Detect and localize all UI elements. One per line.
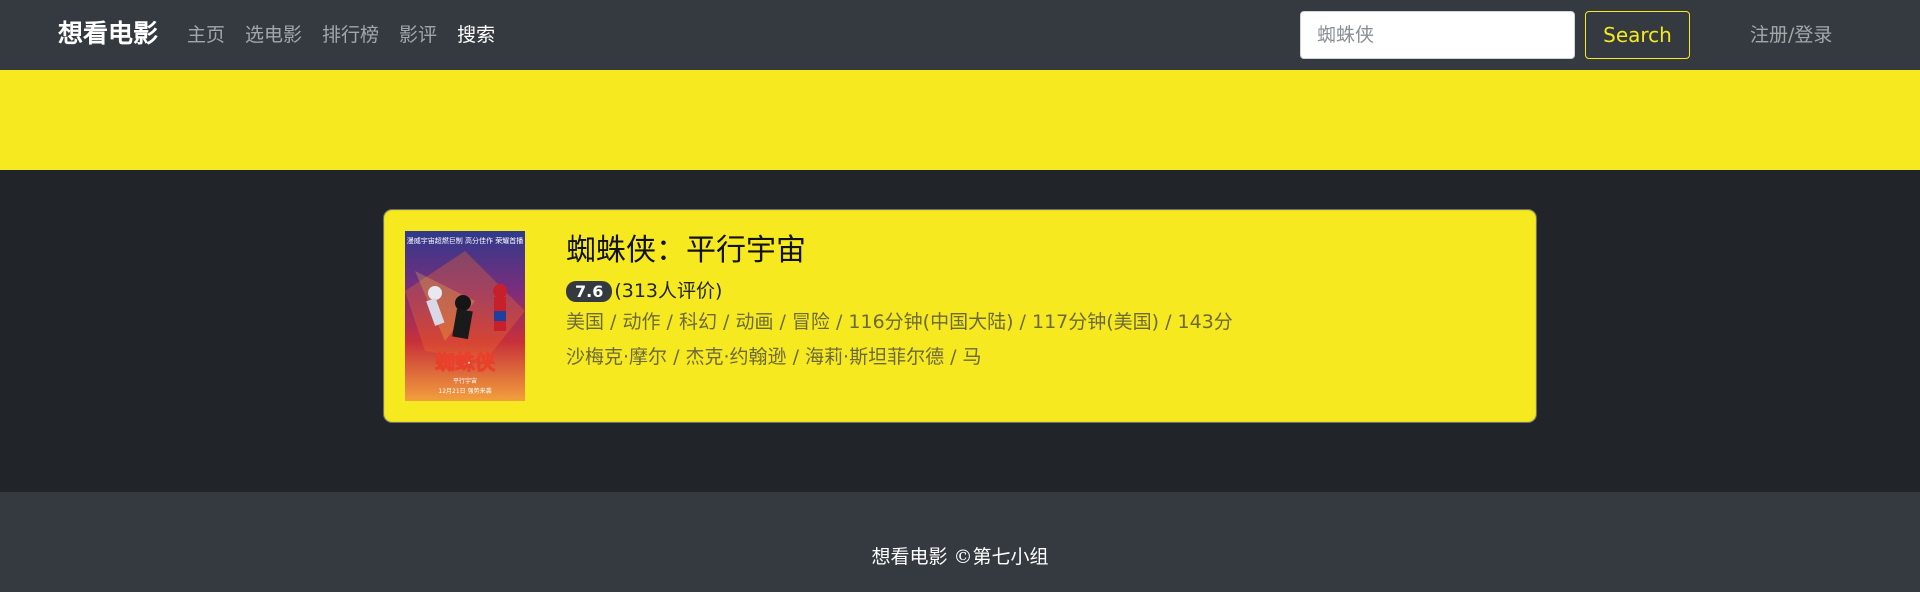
search-input[interactable]	[1300, 11, 1575, 59]
movie-cast: 沙梅克·摩尔 / 杰克·约翰逊 / 海莉·斯坦菲尔德 / 马	[566, 346, 982, 368]
yellow-banner	[0, 70, 1920, 170]
footer: 想看电影 ©第七小组	[0, 492, 1920, 592]
movie-title[interactable]: 蜘蛛侠：平行宇宙	[566, 231, 806, 271]
nav-link-search[interactable]: 搜索	[457, 20, 495, 50]
search-button[interactable]: Search	[1585, 11, 1690, 59]
poster-title: 蜘蛛侠	[435, 350, 496, 374]
nav-link-rankings[interactable]: 排行榜	[322, 20, 379, 50]
nav-link-choose-movie[interactable]: 选电影	[245, 20, 302, 50]
poster-tagline: 漫威宇宙超燃巨制 高分佳作 荣耀首播	[407, 236, 523, 245]
movie-meta: 美国 / 动作 / 科幻 / 动画 / 冒险 / 116分钟(中国大陆) / 1…	[566, 311, 1233, 333]
poster-subtitle: 平行宇宙	[453, 377, 477, 385]
login-register-link[interactable]: 注册/登录	[1750, 20, 1832, 50]
poster-date: 12月21日 强势来袭	[438, 387, 491, 395]
nav-link-home[interactable]: 主页	[187, 20, 225, 50]
rating-count: (313人评价)	[614, 280, 723, 302]
rating-row: 7.6 (313人评价)	[566, 277, 722, 305]
movie-poster[interactable]: 漫威宇宙超燃巨制 高分佳作 荣耀首播 蜘蛛侠 平行宇宙 12月21日 强势来袭	[405, 231, 525, 401]
nav-link-reviews[interactable]: 影评	[399, 20, 437, 50]
rating-badge: 7.6	[566, 280, 613, 302]
navbar: 想看电影 主页 选电影 排行榜 影评 搜索 Search 注册/登录	[0, 0, 1920, 70]
footer-copyright: 想看电影 ©第七小组	[871, 546, 1049, 568]
poster-artwork: 漫威宇宙超燃巨制 高分佳作 荣耀首播 蜘蛛侠 平行宇宙 12月21日 强势来袭	[405, 231, 525, 401]
brand-logo[interactable]: 想看电影	[58, 17, 158, 51]
movie-result-card[interactable]: 漫威宇宙超燃巨制 高分佳作 荣耀首播 蜘蛛侠 平行宇宙 12月21日 强势来袭 …	[384, 210, 1536, 422]
nav-links: 主页 选电影 排行榜 影评 搜索	[187, 20, 495, 50]
